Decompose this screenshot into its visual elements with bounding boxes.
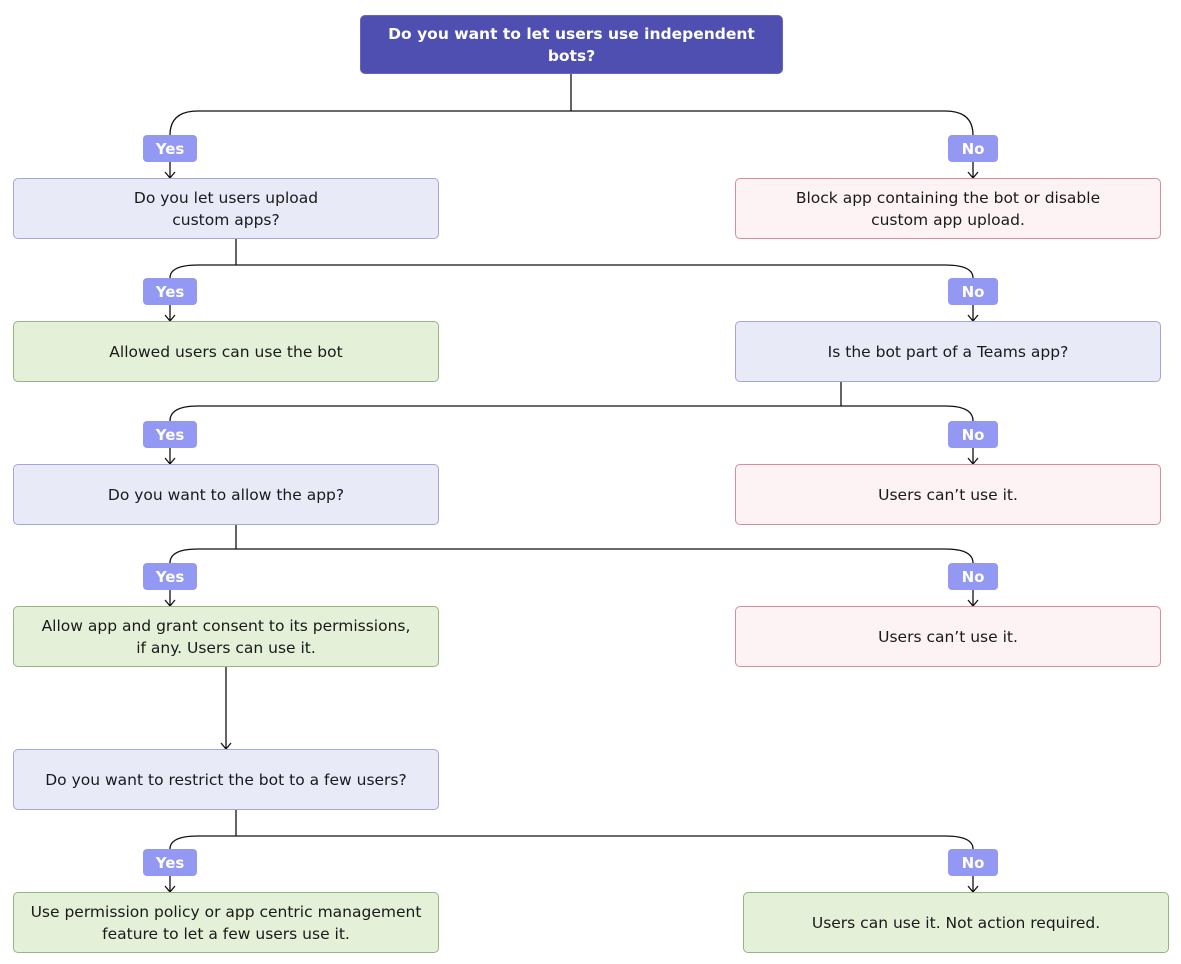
branch-line [169, 264, 974, 279]
node-grant-consent: Allow app and grant consent to its permi… [13, 606, 439, 667]
flowchart: Do you want to let users use independent… [0, 0, 1181, 964]
no-label: No [948, 421, 998, 448]
node-restrict-bot: Do you want to restrict the bot to a few… [13, 749, 439, 810]
arrow [967, 305, 979, 323]
node-cant-use-2: Users can’t use it. [735, 606, 1161, 667]
root-question: Do you want to let users use independent… [360, 15, 783, 74]
node-cant-use-1: Users can’t use it. [735, 464, 1161, 525]
yes-label: Yes [143, 563, 197, 590]
node-no-action: Users can use it. Not action required. [743, 892, 1169, 953]
arrow [967, 448, 979, 466]
arrow [164, 162, 176, 180]
node-allow-app: Do you want to allow the app? [13, 464, 439, 525]
arrow [164, 590, 176, 608]
arrow [967, 162, 979, 180]
arrow [164, 448, 176, 466]
arrow [164, 876, 176, 894]
no-label: No [948, 278, 998, 305]
no-label: No [948, 563, 998, 590]
yes-label: Yes [143, 849, 197, 876]
yes-label: Yes [143, 135, 197, 162]
branch-line [169, 548, 974, 564]
branch-line [169, 110, 974, 136]
node-allowed-users: Allowed users can use the bot [13, 321, 439, 382]
branch-line [169, 835, 974, 850]
no-label: No [948, 849, 998, 876]
arrow [220, 667, 232, 751]
yes-label: Yes [143, 278, 197, 305]
arrow [164, 305, 176, 323]
node-part-of-teams-app: Is the bot part of a Teams app? [735, 321, 1161, 382]
node-block-app: Block app containing the bot or disable … [735, 178, 1161, 239]
branch-line [169, 405, 974, 422]
no-label: No [948, 135, 998, 162]
arrow [967, 876, 979, 894]
node-permission-policy: Use permission policy or app centric man… [13, 892, 439, 953]
yes-label: Yes [143, 421, 197, 448]
node-upload-custom-apps: Do you let users upload custom apps? [13, 178, 439, 239]
arrow [967, 590, 979, 608]
